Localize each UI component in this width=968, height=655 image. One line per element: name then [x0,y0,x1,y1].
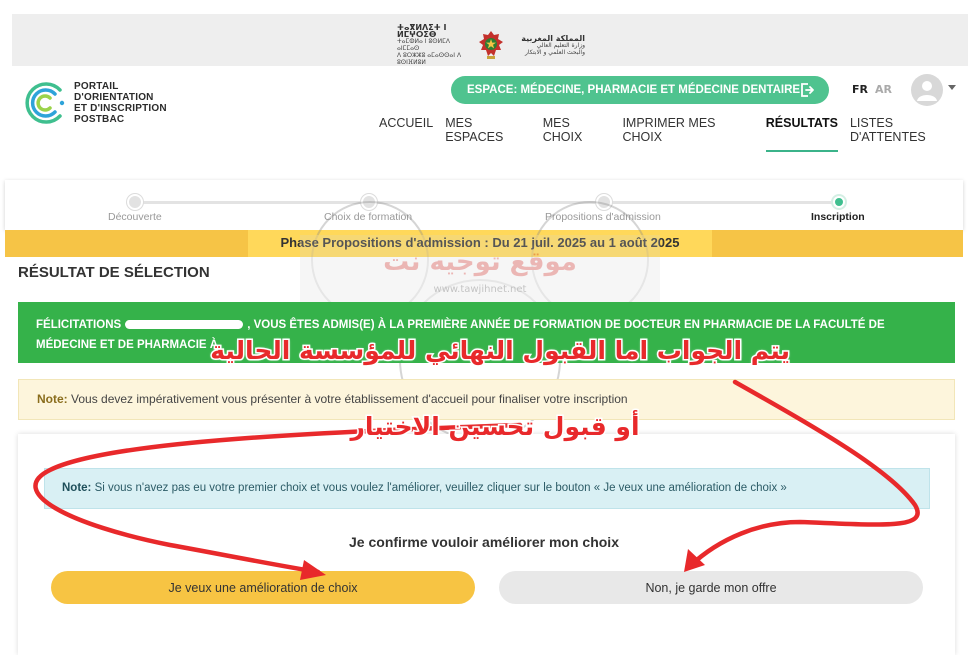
redacted-name [125,320,244,330]
keep-offer-button[interactable]: Non, je garde mon offre [499,571,923,604]
result-title: RÉSULTAT DE SÉLECTION [18,264,210,281]
note-text: Vous devez impérativement vous présenter… [67,392,628,406]
step-dot-propositions [596,194,612,210]
watermark-url: www.tawjihnet.net [434,284,527,295]
espace-label: ESPACE: MÉDECINE, PHARMACIE ET MÉDECINE … [467,84,801,96]
step-label-inscription: Inscription [811,211,865,223]
portal-brand[interactable]: PORTAIL D'ORIENTATION ET D'INSCRIPTION P… [22,80,167,126]
step-dot-inscription [833,196,845,208]
nav-mes-espaces[interactable]: MES ESPACES [445,116,531,150]
chevron-down-icon[interactable] [948,85,956,90]
annotation-line-2: أو قبول تحسين الاختيار [349,411,641,443]
page-root: ⵜⴰⴳⵍⴷⵉⵜ ⵏ ⵍⵎⵖⵔⵉⴱ ⵜⴰⵎⵀⵍⴰ ⵏ ⵓⵙⵍⵎⴷ ⴰⵏⵎⵎⴰⵙ ⴷ… [0,0,968,655]
ministry-name-tifinagh: ⵜⴰⴳⵍⴷⵉⵜ ⵏ ⵍⵎⵖⵔⵉⴱ ⵜⴰⵎⵀⵍⴰ ⵏ ⵓⵙⵍⵎⴷ ⴰⵏⵎⵎⴰⵙ ⴷ… [397,23,462,67]
step-dot-choix [361,194,377,210]
improve-choice-button[interactable]: Je veux une amélioration de choix [51,571,475,604]
nav-mes-choix[interactable]: MES CHOIX [543,116,611,150]
nav-resultats[interactable]: RÉSULTATS [765,116,839,152]
info-text: Si vous n'avez pas eu votre premier choi… [91,482,787,494]
nav-listes-d-attentes[interactable]: LISTES D'ATTENTES [850,116,968,150]
nav-accueil[interactable]: ACCUEIL [379,116,433,150]
improvement-info: Note: Si vous n'avez pas eu votre premie… [44,468,930,509]
congrats-prefix: FÉLICITATIONS [36,319,122,331]
portal-name: PORTAIL D'ORIENTATION ET D'INSCRIPTION P… [74,81,167,125]
language-fr[interactable]: FR [852,83,868,96]
nav-imprimer-mes-choix[interactable]: IMPRIMER MES CHOIX [622,116,753,150]
step-dot-decouverte [127,194,143,210]
step-label-choix: Choix de formation [324,211,413,223]
note-label: Note: [37,392,68,406]
main-nav: ACCUEIL MES ESPACES MES CHOIX IMPRIMER M… [379,116,968,152]
logout-icon[interactable] [799,82,815,98]
step-label-decouverte: Découverte [108,211,162,223]
steps-track [135,201,839,204]
royal-seal-icon [479,31,503,59]
annotation-line-1: يتم الجواب اما القبول النهائي للمؤسسة ال… [209,335,792,367]
language-ar[interactable]: AR [875,83,892,96]
portal-logo-icon [25,82,65,124]
ministry-name-arabic: المملكة المغربية وزارة التعليم العالي وا… [521,33,585,56]
confirm-title: Je confirme vouloir améliorer mon choix [349,534,619,550]
step-label-propositions: Propositions d'admission [545,211,661,223]
user-avatar[interactable] [911,74,943,106]
user-icon [917,81,937,101]
espace-button[interactable]: ESPACE: MÉDECINE, PHARMACIE ET MÉDECINE … [451,76,829,104]
info-label: Note: [62,482,92,494]
ministry-logo: ⵜⴰⴳⵍⴷⵉⵜ ⵏ ⵍⵎⵖⵔⵉⴱ ⵜⴰⵎⵀⵍⴰ ⵏ ⵓⵙⵍⵎⴷ ⴰⵏⵎⵎⴰⵙ ⴷ… [397,24,585,67]
phase-text: Phase Propositions d'admission : Du 21 j… [248,230,712,257]
